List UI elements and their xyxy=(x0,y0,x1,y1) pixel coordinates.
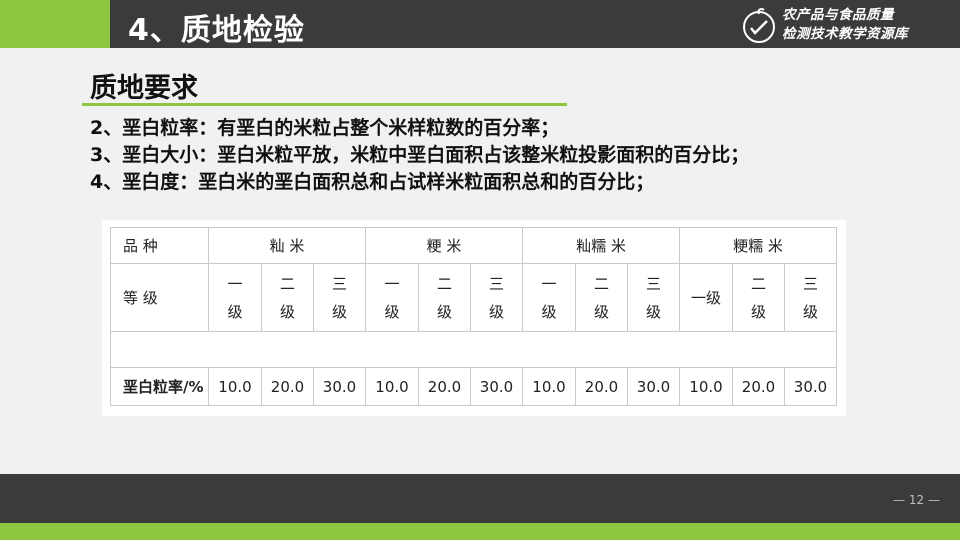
grade-cell: 二 级 xyxy=(261,263,314,332)
header-accent-block xyxy=(0,0,110,48)
value-cell: 20.0 xyxy=(732,367,785,406)
table-row-grade: 等 级 一 级 二 级 三 级 一 级 二 级 三 级 一 级 二 级 三 级 … xyxy=(110,263,837,332)
variety-header: 粳 米 xyxy=(365,227,523,264)
table-row-variety: 品 种 籼 米 粳 米 籼糯 米 粳糯 米 xyxy=(110,227,837,264)
footer-bar xyxy=(0,474,960,523)
value-cell: 30.0 xyxy=(313,367,366,406)
logo-line-1: 农产品与食品质量 xyxy=(782,7,894,23)
grade-cell: 三 级 xyxy=(313,263,366,332)
value-cell: 10.0 xyxy=(522,367,576,406)
grade-cell: 二 级 xyxy=(732,263,785,332)
definition-list: 2、垩白粒率：有垩白的米粒占整个米样粒数的百分率； 3、垩白大小：垩白米粒平放，… xyxy=(90,115,749,196)
value-cell: 10.0 xyxy=(208,367,262,406)
value-cell: 20.0 xyxy=(418,367,471,406)
grade-cell: 三 级 xyxy=(627,263,680,332)
definition-chalkiness: 4、垩白度：垩白米的垩白面积总和占试样米粒面积总和的百分比； xyxy=(90,171,655,193)
value-cell: 30.0 xyxy=(784,367,837,406)
row-label-grade: 等 级 xyxy=(110,263,209,332)
logo-text: 农产品与食品质量 检测技术教学资源库 xyxy=(782,6,908,44)
grade-cell: 二 级 xyxy=(418,263,471,332)
variety-header: 粳糯 米 xyxy=(679,227,837,264)
table-row-chalky-rate: 垩白粒率/% 10.0 20.0 30.0 10.0 20.0 30.0 10.… xyxy=(110,367,837,406)
table-row-empty xyxy=(110,331,837,368)
value-cell: 30.0 xyxy=(470,367,523,406)
grade-table: 品 种 籼 米 粳 米 籼糯 米 粳糯 米 等 级 一 级 二 级 三 级 一 … xyxy=(110,227,837,406)
grade-cell: 二 级 xyxy=(575,263,628,332)
variety-header: 籼糯 米 xyxy=(522,227,680,264)
grade-cell: 一 级 xyxy=(365,263,419,332)
empty-cell xyxy=(110,331,837,368)
grade-cell: 三 级 xyxy=(470,263,523,332)
value-cell: 20.0 xyxy=(261,367,314,406)
value-cell: 20.0 xyxy=(575,367,628,406)
resource-library-logo: 农产品与食品质量 检测技术教学资源库 xyxy=(740,4,940,46)
footer-accent-strip xyxy=(0,523,960,540)
definition-chalky-rate: 2、垩白粒率：有垩白的米粒占整个米样粒数的百分率； xyxy=(90,117,560,139)
row-label-chalky-rate: 垩白粒率/% xyxy=(110,367,209,406)
section-title: 4、质地检验 xyxy=(128,13,305,48)
subtitle: 质地要求 xyxy=(90,73,198,104)
value-cell: 10.0 xyxy=(679,367,733,406)
variety-header: 籼 米 xyxy=(208,227,366,264)
grade-cell: 一级 xyxy=(679,263,733,332)
page-number: — 12 — xyxy=(893,493,940,507)
apple-logo-icon xyxy=(743,8,775,43)
logo-line-2: 检测技术教学资源库 xyxy=(782,26,908,42)
definition-chalky-size: 3、垩白大小：垩白米粒平放，米粒中垩白面积占该整米粒投影面积的百分比； xyxy=(90,144,750,166)
value-cell: 10.0 xyxy=(365,367,419,406)
value-cell: 30.0 xyxy=(627,367,680,406)
grade-cell: 一 级 xyxy=(522,263,576,332)
grade-cell: 三 级 xyxy=(784,263,837,332)
grade-cell: 一 级 xyxy=(208,263,262,332)
row-label-variety: 品 种 xyxy=(110,227,209,264)
subtitle-underline xyxy=(82,103,567,106)
grade-table-image: 品 种 籼 米 粳 米 籼糯 米 粳糯 米 等 级 一 级 二 级 三 级 一 … xyxy=(102,220,846,416)
